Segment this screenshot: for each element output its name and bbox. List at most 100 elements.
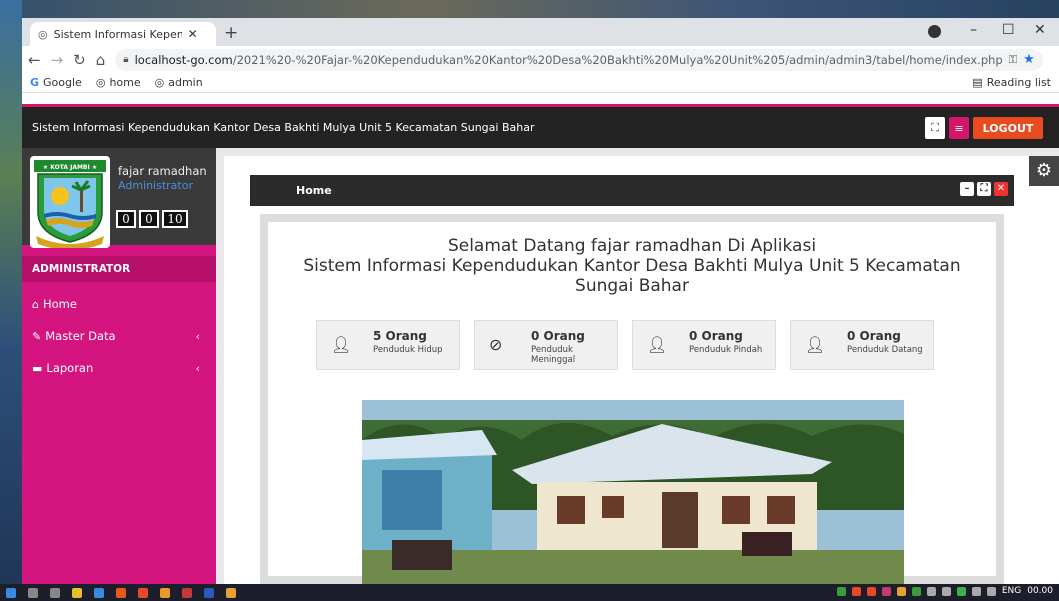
stat-label: Penduduk Pindah [689,345,763,355]
close-panel-icon[interactable]: ✕ [994,182,1008,196]
desktop-background-left [0,0,22,584]
back-icon[interactable]: ← [28,51,41,69]
url-path: /2021%20-%20Fajar-%20Kependudukan%20Kant… [232,52,1003,67]
expand-panel-icon[interactable]: ⛶ [977,182,991,196]
url-text: localhost-go.com/2021%20-%20Fajar-%20Kep… [135,53,1003,67]
globe-icon: ◎ [154,76,165,89]
stat-value: 0 Orang [531,329,585,343]
lock-icon: 🔒︎ [123,54,129,65]
app-icon[interactable] [72,587,82,598]
speaker-icon[interactable] [971,586,981,596]
wifi-icon[interactable] [941,586,951,596]
maximize-button[interactable]: ☐ [1002,22,1015,38]
edit-icon: ✎ [32,329,42,343]
user-icon: 👤︎ [331,335,352,354]
app-header: Sistem Informasi Kependudukan Kantor Des… [22,104,1059,148]
stat-label: Penduduk Hidup [373,345,443,355]
gear-icon[interactable]: ⚙ [1029,156,1059,186]
bookmark-google[interactable]: G Google [30,76,82,89]
key-icon[interactable]: ⚿ [1009,53,1017,67]
battery-icon[interactable] [926,586,936,596]
minimize-button[interactable]: – [970,22,977,38]
stat-penduduk-pindah: 👤︎ 0 Orang Penduduk Pindah [632,320,776,370]
main-content: ⚙ Home – ⛶ ✕ Selamat Datang fajar ramadh… [216,148,1059,584]
tab-strip: ◎ Sistem Informasi Kependudukan ✕ + – ☐ … [22,18,1059,46]
stat-value: 5 Orang [373,329,427,343]
app-title: Sistem Informasi Kependudukan Kantor Des… [32,121,535,134]
stat-label: Penduduk Meninggal [531,345,576,365]
home-nav-icon[interactable]: ⌂ [96,51,106,69]
tray-icon[interactable] [851,586,861,596]
panel-title: Home [296,184,332,197]
bookmark-home[interactable]: ◎ home [96,76,141,89]
stats-row: 👤︎ 5 Orang Penduduk Hidup ⊘ 0 Orang Pend… [316,320,934,370]
task-view-icon[interactable] [50,587,60,598]
desktop-background-top [0,0,1059,18]
globe-icon: ◎ [95,76,106,89]
sidebar-item-master-data[interactable]: ✎ Master Data ‹ [22,320,216,352]
new-tab-button[interactable]: + [224,23,238,43]
user-name: fajar ramadhan [118,164,207,178]
bookmark-admin[interactable]: ◎ admin [155,76,203,89]
tab-close-icon[interactable]: ✕ [188,27,198,41]
clock[interactable]: 00.00 [1027,586,1053,596]
account-icon[interactable] [928,25,941,38]
sidebar-section-title: ADMINISTRATOR [22,256,216,282]
minimize-panel-icon[interactable]: – [960,182,974,196]
system-tray: ENG 00.00 [836,586,1053,596]
tray-icon[interactable] [896,586,906,596]
app-icon[interactable] [226,587,236,598]
tray-icon[interactable] [881,586,891,596]
counter-digit: 10 [162,210,188,228]
tray-icon[interactable] [866,586,876,596]
address-bar: ← → ↻ ⌂ 🔒︎ localhost-go.com/2021%20-%20F… [22,46,1059,73]
stat-label: Penduduk Datang [847,345,923,355]
chevron-left-icon: ‹ [195,329,200,343]
sidebar-item-label: Master Data [45,329,116,343]
panel-header: Home – ⛶ ✕ [250,175,1014,206]
forward-icon[interactable]: → [51,51,64,69]
reading-list-button[interactable]: ▤ Reading list [972,76,1051,89]
logout-button[interactable]: LOGOUT [973,117,1043,139]
bookmark-label: Google [43,76,82,89]
chevron-left-icon: ‹ [195,361,200,375]
search-icon[interactable] [28,587,38,598]
reading-list-label: Reading list [986,76,1051,89]
app-icon[interactable] [160,587,170,598]
app-icon[interactable] [182,587,192,598]
menu-toggle-button[interactable]: ≡ [949,117,969,139]
sidebar: ★ KOTA JAMBI ★ fajar ramadhan Administra… [22,148,216,584]
visitor-counter: 0 0 10 [116,210,188,228]
kota-jambi-logo: ★ KOTA JAMBI ★ [30,156,110,248]
word-icon[interactable] [204,587,214,598]
browser-tab[interactable]: ◎ Sistem Informasi Kependudukan ✕ [30,22,216,46]
language-indicator[interactable]: ENG [1002,586,1021,596]
tray-icon[interactable] [911,586,921,596]
fullscreen-button[interactable]: ⛶ [925,117,945,139]
start-icon[interactable] [6,587,16,598]
app-icon[interactable] [138,587,148,598]
bookmark-label: home [109,76,141,89]
tab-title: Sistem Informasi Kependudukan [53,27,182,41]
url-host: localhost-go.com [134,52,233,67]
app-icon[interactable] [94,587,104,598]
google-icon: G [30,76,40,89]
sidebar-item-home[interactable]: ⌂ Home [22,288,216,320]
app-icon[interactable] [116,587,126,598]
user-role: Administrator [118,179,193,192]
close-window-button[interactable]: ✕ [1034,22,1046,38]
tray-icon[interactable] [836,586,846,596]
bookmark-label: admin [168,76,203,89]
user-plus-icon: 👤︎ [805,335,826,354]
sidebar-item-label: Home [42,297,77,311]
stat-penduduk-datang: 👤︎ 0 Orang Penduduk Datang [790,320,934,370]
star-icon[interactable]: ★ [1023,52,1035,67]
keyboard-icon[interactable] [986,586,996,596]
user-slash-icon: ⊘ [489,335,503,354]
reload-icon[interactable]: ↻ [73,51,86,69]
url-input[interactable]: 🔒︎ localhost-go.com/2021%20-%20Fajar-%20… [115,48,1043,71]
tray-icon[interactable] [956,586,966,596]
sidebar-item-laporan[interactable]: ▬ Laporan ‹ [22,352,216,384]
stat-value: 0 Orang [689,329,743,343]
content-frame: ⚙ Home – ⛶ ✕ Selamat Datang fajar ramadh… [224,156,1059,584]
